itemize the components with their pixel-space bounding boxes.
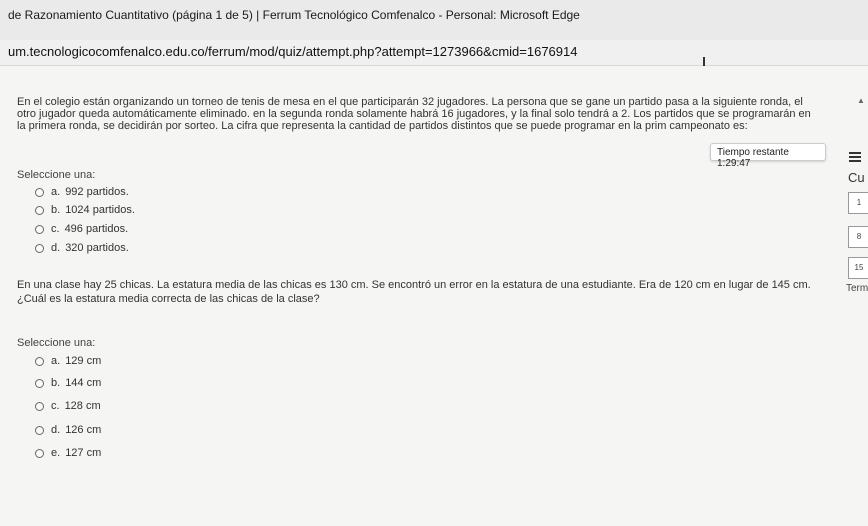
option-letter: c. <box>51 223 60 235</box>
option-text: 129 cm <box>65 355 102 367</box>
option-text: 1024 partidos. <box>65 204 135 216</box>
question-2-option-e[interactable]: e. 127 cm <box>35 445 101 461</box>
option-text: 992 partidos. <box>65 186 129 198</box>
radio-button[interactable] <box>35 401 44 411</box>
question-1-option-d[interactable]: d. 320 partidos. <box>35 240 129 256</box>
question-2-line-2: ¿Cuál es la estatura media correcta de l… <box>17 293 320 305</box>
address-bar[interactable]: um.tecnologicocomfenalco.edu.co/ferrum/m… <box>0 40 868 66</box>
collapse-caret-icon[interactable]: ▲ <box>857 96 865 105</box>
option-letter: b. <box>51 377 61 389</box>
question-2-line-1: En una clase hay 25 chicas. La estatura … <box>17 279 811 291</box>
radio-button[interactable] <box>35 425 44 435</box>
option-letter: d. <box>51 424 61 436</box>
question-1-select-label: Seleccione una: <box>17 169 96 181</box>
option-text: 126 cm <box>65 424 102 436</box>
time-remaining-badge: Tiempo restante 1:29:47 <box>710 143 826 169</box>
radio-button[interactable] <box>35 205 44 215</box>
option-letter: c. <box>51 400 60 412</box>
radio-button[interactable] <box>35 378 44 388</box>
question-1-option-b[interactable]: b. 1024 partidos. <box>35 202 135 218</box>
radio-button[interactable] <box>35 187 44 197</box>
option-text: 496 partidos. <box>64 223 129 235</box>
option-text: 128 cm <box>64 400 101 412</box>
question-2-option-c[interactable]: c. 128 cm <box>35 398 101 414</box>
question-1-option-a[interactable]: a. 992 partidos. <box>35 184 129 200</box>
finish-attempt-link[interactable]: Term <box>846 283 868 294</box>
option-letter: a. <box>51 355 61 367</box>
option-letter: b. <box>51 204 61 216</box>
quiz-nav-question-1[interactable]: 1 <box>848 192 868 214</box>
window-title: de Razonamiento Cuantitativo (página 1 d… <box>0 0 868 40</box>
quiz-nav-question-15[interactable]: 15 <box>848 257 868 279</box>
question-2-text: En una clase hay 25 chicas. La estatura … <box>17 279 817 305</box>
option-letter: d. <box>51 242 61 254</box>
question-2-option-d[interactable]: d. 126 cm <box>35 422 101 438</box>
question-2-option-b[interactable]: b. 144 cm <box>35 375 101 391</box>
hamburger-menu-icon[interactable] <box>849 152 861 162</box>
option-text: 144 cm <box>65 377 102 389</box>
quiz-navigation-heading: Cu <box>848 170 865 185</box>
radio-button[interactable] <box>35 243 44 253</box>
quiz-nav-question-8[interactable]: 8 <box>848 226 868 248</box>
radio-button[interactable] <box>35 356 44 366</box>
option-text: 127 cm <box>65 447 102 459</box>
quiz-content: En el colegio están organizando un torne… <box>0 66 868 526</box>
question-1-text: En el colegio están organizando un torne… <box>17 96 811 132</box>
question-1-option-c[interactable]: c. 496 partidos. <box>35 221 128 237</box>
question-2-option-a[interactable]: a. 129 cm <box>35 353 101 369</box>
radio-button[interactable] <box>35 224 44 234</box>
option-letter: e. <box>51 447 61 459</box>
radio-button[interactable] <box>35 448 44 458</box>
option-letter: a. <box>51 186 61 198</box>
option-text: 320 partidos. <box>65 242 129 254</box>
question-2-select-label: Seleccione una: <box>17 337 96 349</box>
